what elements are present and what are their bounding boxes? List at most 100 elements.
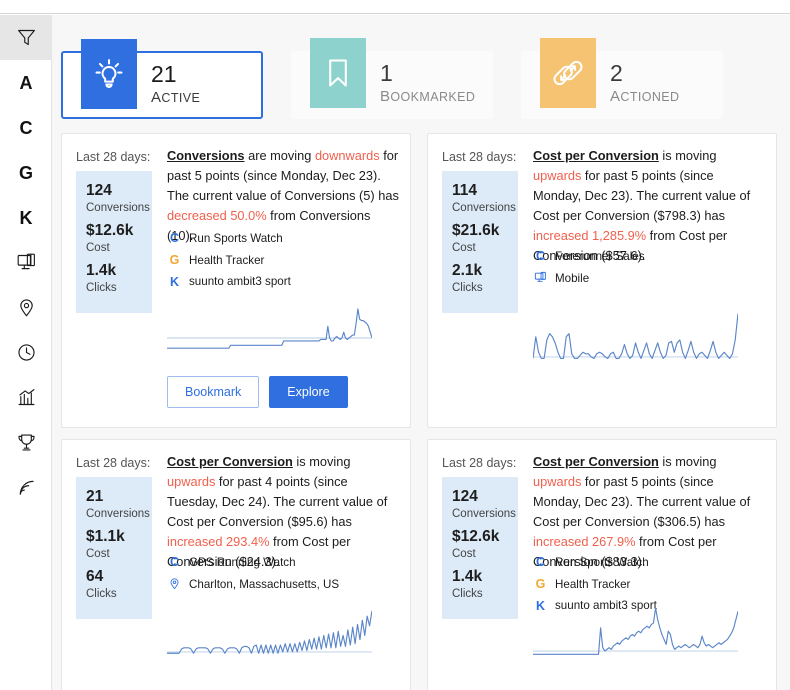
stat-value: 2.1k [452, 262, 483, 280]
stats-since-label: Last 28 days: [442, 456, 517, 470]
stat-value: 64 [86, 568, 104, 586]
sidebar-item-locations[interactable] [0, 285, 52, 330]
tab-label: Bookmarked [380, 88, 476, 106]
sidebar-item-achievements[interactable] [0, 420, 52, 465]
segment-list: C Run Sports Watch G Health Tracker Ksuunto … [167, 228, 399, 293]
narrative-change: increased 267.9% [533, 534, 636, 550]
stat-value: $1.1k [86, 528, 125, 546]
segment-row[interactable]: C Run Sports Watch [167, 228, 399, 250]
segment-label: Run Sports Watch [189, 231, 283, 245]
card-body: Last 28 days: 21 Conversions $1.1k Cost 64 Cli… [62, 440, 410, 690]
sidebar-item-label: G [18, 162, 33, 183]
segment-badge: K [169, 274, 180, 289]
segment-badge: C [169, 555, 180, 569]
segment-badge: C [535, 249, 546, 263]
stat-label: Clicks [452, 588, 483, 601]
segment-row[interactable]: G Health Tracker [167, 250, 399, 272]
main-content: 21 Active 1 Bookmarked 2 Actioned Last 28 day… [52, 15, 790, 690]
explore-button[interactable]: Explore [269, 376, 348, 408]
sidebar-item-time[interactable] [0, 330, 52, 375]
sparkline-chart [533, 608, 738, 656]
sparkline-chart [167, 306, 372, 354]
stat-label: Clicks [86, 588, 117, 601]
device-icon [533, 268, 548, 290]
stats-since-label: Last 28 days: [76, 456, 151, 470]
sidebar-item-campaigns[interactable]: C [0, 105, 52, 150]
segment-list: C Forerunner Sales Mobile [533, 246, 765, 290]
card-body: Last 28 days: 124 Conversions $12.6k Cost 1.4… [428, 440, 776, 690]
sidebar-item-accounts[interactable]: A [0, 60, 52, 105]
tab-bookmarked[interactable]: 1 Bookmarked [291, 38, 493, 119]
stat-value: 21 [86, 488, 104, 505]
sparkline-chart [167, 608, 372, 656]
stat-value: 1.4k [452, 568, 483, 586]
rss-icon [16, 477, 37, 498]
segment-row[interactable]: Mobile [533, 268, 765, 290]
stat-label: Clicks [452, 282, 483, 295]
tab-actioned[interactable]: 2 Actioned [521, 38, 723, 119]
stats-panel: 124 Conversions $12.6k Cost 1.4k Clicks [442, 477, 518, 620]
stats-since-label: Last 28 days: [76, 150, 151, 164]
location-pin-icon [16, 297, 37, 318]
insight-card: Last 28 days: 114 Conversions $21.6k Cost 2.1… [427, 133, 777, 428]
sidebar-item-feed[interactable] [0, 465, 52, 510]
insight-card: Last 28 days: 124 Conversions $12.6k Cost 1.4… [427, 439, 777, 690]
sidebar-item-groups[interactable]: G [0, 150, 52, 195]
location-icon [167, 574, 182, 596]
stats-panel: 114 Conversions $21.6k Cost 2.1k Clicks [442, 171, 518, 314]
segment-row[interactable]: C Run Sports Watch [533, 552, 765, 574]
insight-card: Last 28 days: 21 Conversions $1.1k Cost 64 Cli… [61, 439, 411, 690]
top-strip [0, 0, 790, 14]
segment-badge: G [169, 252, 180, 267]
segment-row[interactable]: C Forerunner Sales [533, 246, 765, 268]
stats-since-label: Last 28 days: [442, 150, 517, 164]
segment-label: Health Tracker [555, 577, 631, 591]
actioned-icon [540, 38, 596, 108]
sidebar-item-performance[interactable] [0, 375, 52, 420]
stat-value: $12.6k [452, 528, 500, 546]
tab-active[interactable]: 21 Active [61, 39, 263, 119]
narrative-metric: Cost per Conversion [533, 454, 659, 469]
left-sidebar: A C G K [0, 15, 52, 690]
card-body: Last 28 days: 124 Conversions $12.6k Cost 1.4… [62, 134, 410, 429]
tab-count: 1 [380, 60, 393, 86]
narrative-direction: upwards [533, 168, 582, 184]
narrative-direction: downwards [314, 148, 380, 163]
tab-label: Active [151, 89, 201, 107]
narrative-direction: upwards [167, 474, 216, 490]
card-actions: Bookmark Explore [167, 376, 348, 408]
stat-label: Cost [86, 548, 110, 561]
narrative-change: increased 1,285.9% [533, 228, 647, 244]
segment-label: Run Sports Watch [555, 555, 649, 569]
segment-badge: C [169, 231, 180, 245]
narrative-change: increased 293.4% [167, 534, 270, 550]
segment-label: Charlton, Massachusetts, US [189, 577, 340, 591]
bookmark-button[interactable]: Bookmark [167, 376, 260, 408]
tab-label: Actioned [610, 88, 680, 106]
stat-value: 1.4k [86, 262, 117, 280]
sidebar-item-filter[interactable] [0, 15, 52, 60]
stat-value: $21.6k [452, 222, 500, 240]
stats-column: Last 28 days: 124 Conversions $12.6k Cost 1.4… [442, 456, 518, 620]
stat-label: Cost [86, 242, 110, 255]
segment-row[interactable]: G Health Tracker [533, 574, 765, 596]
narrative-direction: upwards [533, 474, 582, 490]
bar-chart-icon [16, 387, 37, 408]
sidebar-item-devices[interactable] [0, 240, 52, 285]
stat-label: Conversions [86, 508, 150, 521]
narrative-metric: Cost per Conversion [167, 454, 293, 469]
stat-value: 124 [86, 182, 112, 199]
sidebar-item-keywords[interactable]: K [0, 195, 52, 240]
narrative-verb: is moving [658, 148, 717, 163]
sparkline-chart [533, 312, 738, 360]
segment-label: Forerunner Sales [555, 249, 645, 263]
stat-label: Conversions [86, 202, 150, 215]
narrative-verb: are moving [244, 148, 315, 163]
segment-row[interactable]: Ksuunto ambit3 sport [167, 272, 399, 294]
summary-tabs: 21 Active 1 Bookmarked 2 Actioned [61, 32, 781, 122]
segment-badge: G [535, 576, 546, 591]
segment-label: Health Tracker [189, 253, 265, 267]
stats-column: Last 28 days: 114 Conversions $21.6k Cost 2.1… [442, 150, 518, 314]
segment-row[interactable]: Charlton, Massachusetts, US [167, 574, 399, 596]
segment-row[interactable]: C GPS Running Watch [167, 552, 399, 574]
